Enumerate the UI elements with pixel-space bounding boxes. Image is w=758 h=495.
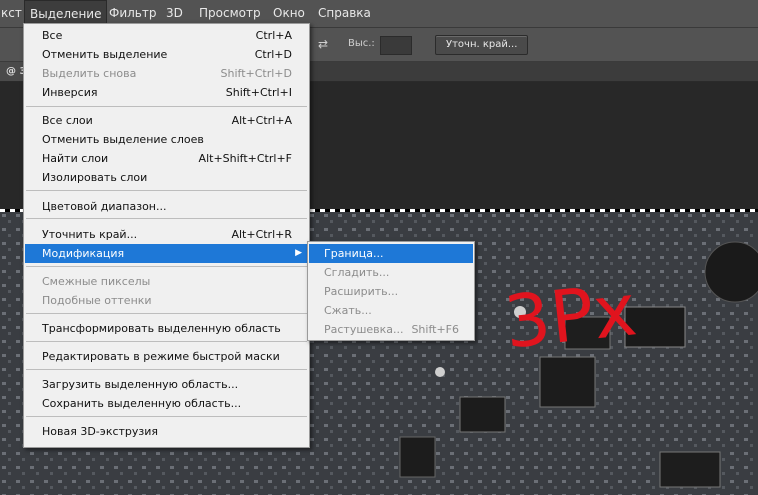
menu-separator bbox=[26, 106, 307, 107]
menu-item-isolate-layers[interactable]: Изолировать слои bbox=[25, 168, 308, 187]
submenu-item-contract[interactable]: Сжать... bbox=[309, 301, 473, 320]
height-field[interactable] bbox=[380, 36, 412, 55]
menu-item-refine-edge[interactable]: Уточнить край... Alt+Ctrl+R bbox=[25, 225, 308, 244]
pad bbox=[435, 367, 445, 377]
capacitor bbox=[704, 241, 758, 303]
menu-item-color-range[interactable]: Цветовой диапазон... bbox=[25, 197, 308, 216]
menu-item-grow[interactable]: Смежные пикселы bbox=[25, 272, 308, 291]
menu-separator bbox=[26, 266, 307, 267]
chip bbox=[539, 356, 596, 408]
submenu-item-feather[interactable]: Растушевка... Shift+F6 bbox=[309, 320, 473, 339]
menu-help[interactable]: Справка bbox=[313, 0, 376, 27]
menu-item-inverse[interactable]: Инверсия Shift+Ctrl+I bbox=[25, 83, 308, 102]
menu-item-reselect[interactable]: Выделить снова Shift+Ctrl+D bbox=[25, 64, 308, 83]
menu-item-save-selection[interactable]: Сохранить выделенную область... bbox=[25, 394, 308, 413]
submenu-item-expand[interactable]: Расширить... bbox=[309, 282, 473, 301]
chip bbox=[399, 436, 436, 478]
height-label: Выс.: bbox=[348, 38, 375, 49]
menu-item-deselect-layers[interactable]: Отменить выделение слоев bbox=[25, 130, 308, 149]
annotation-text: 3Px bbox=[500, 267, 640, 364]
menu-item-similar[interactable]: Подобные оттенки bbox=[25, 291, 308, 310]
select-menu-dropdown: Все Ctrl+A Отменить выделение Ctrl+D Выдел… bbox=[23, 23, 310, 448]
modify-submenu: Граница... Сгладить... Расширить... Сжат… bbox=[307, 241, 475, 341]
menu-item-modify[interactable]: Модификация ▶ bbox=[25, 244, 308, 263]
menu-item-load-selection[interactable]: Загрузить выделенную область... bbox=[25, 375, 308, 394]
menu-separator bbox=[26, 190, 307, 191]
menu-item-find-layers[interactable]: Найти слои Alt+Shift+Ctrl+F bbox=[25, 149, 308, 168]
menu-separator bbox=[26, 416, 307, 417]
menu-separator bbox=[26, 313, 307, 314]
submenu-arrow-icon: ▶ bbox=[295, 248, 302, 258]
refine-edge-button[interactable]: Уточн. край... bbox=[435, 35, 529, 55]
chip bbox=[459, 396, 506, 433]
menu-item-transform-selection[interactable]: Трансформировать выделенную область bbox=[25, 319, 308, 338]
menu-separator bbox=[26, 218, 307, 219]
menu-item-all[interactable]: Все Ctrl+A bbox=[25, 26, 308, 45]
submenu-item-smooth[interactable]: Сгладить... bbox=[309, 263, 473, 282]
submenu-item-border[interactable]: Граница... bbox=[309, 244, 473, 263]
menu-item-deselect[interactable]: Отменить выделение Ctrl+D bbox=[25, 45, 308, 64]
menu-separator bbox=[26, 369, 307, 370]
menu-separator bbox=[26, 341, 307, 342]
menu-item-3d-extrusion[interactable]: Новая 3D-экструзия bbox=[25, 422, 308, 441]
swap-icon[interactable]: ⇄ bbox=[318, 37, 328, 51]
menu-item-quick-mask[interactable]: Редактировать в режиме быстрой маски bbox=[25, 347, 308, 366]
menu-item-all-layers[interactable]: Все слои Alt+Ctrl+A bbox=[25, 111, 308, 130]
chip bbox=[659, 451, 721, 488]
